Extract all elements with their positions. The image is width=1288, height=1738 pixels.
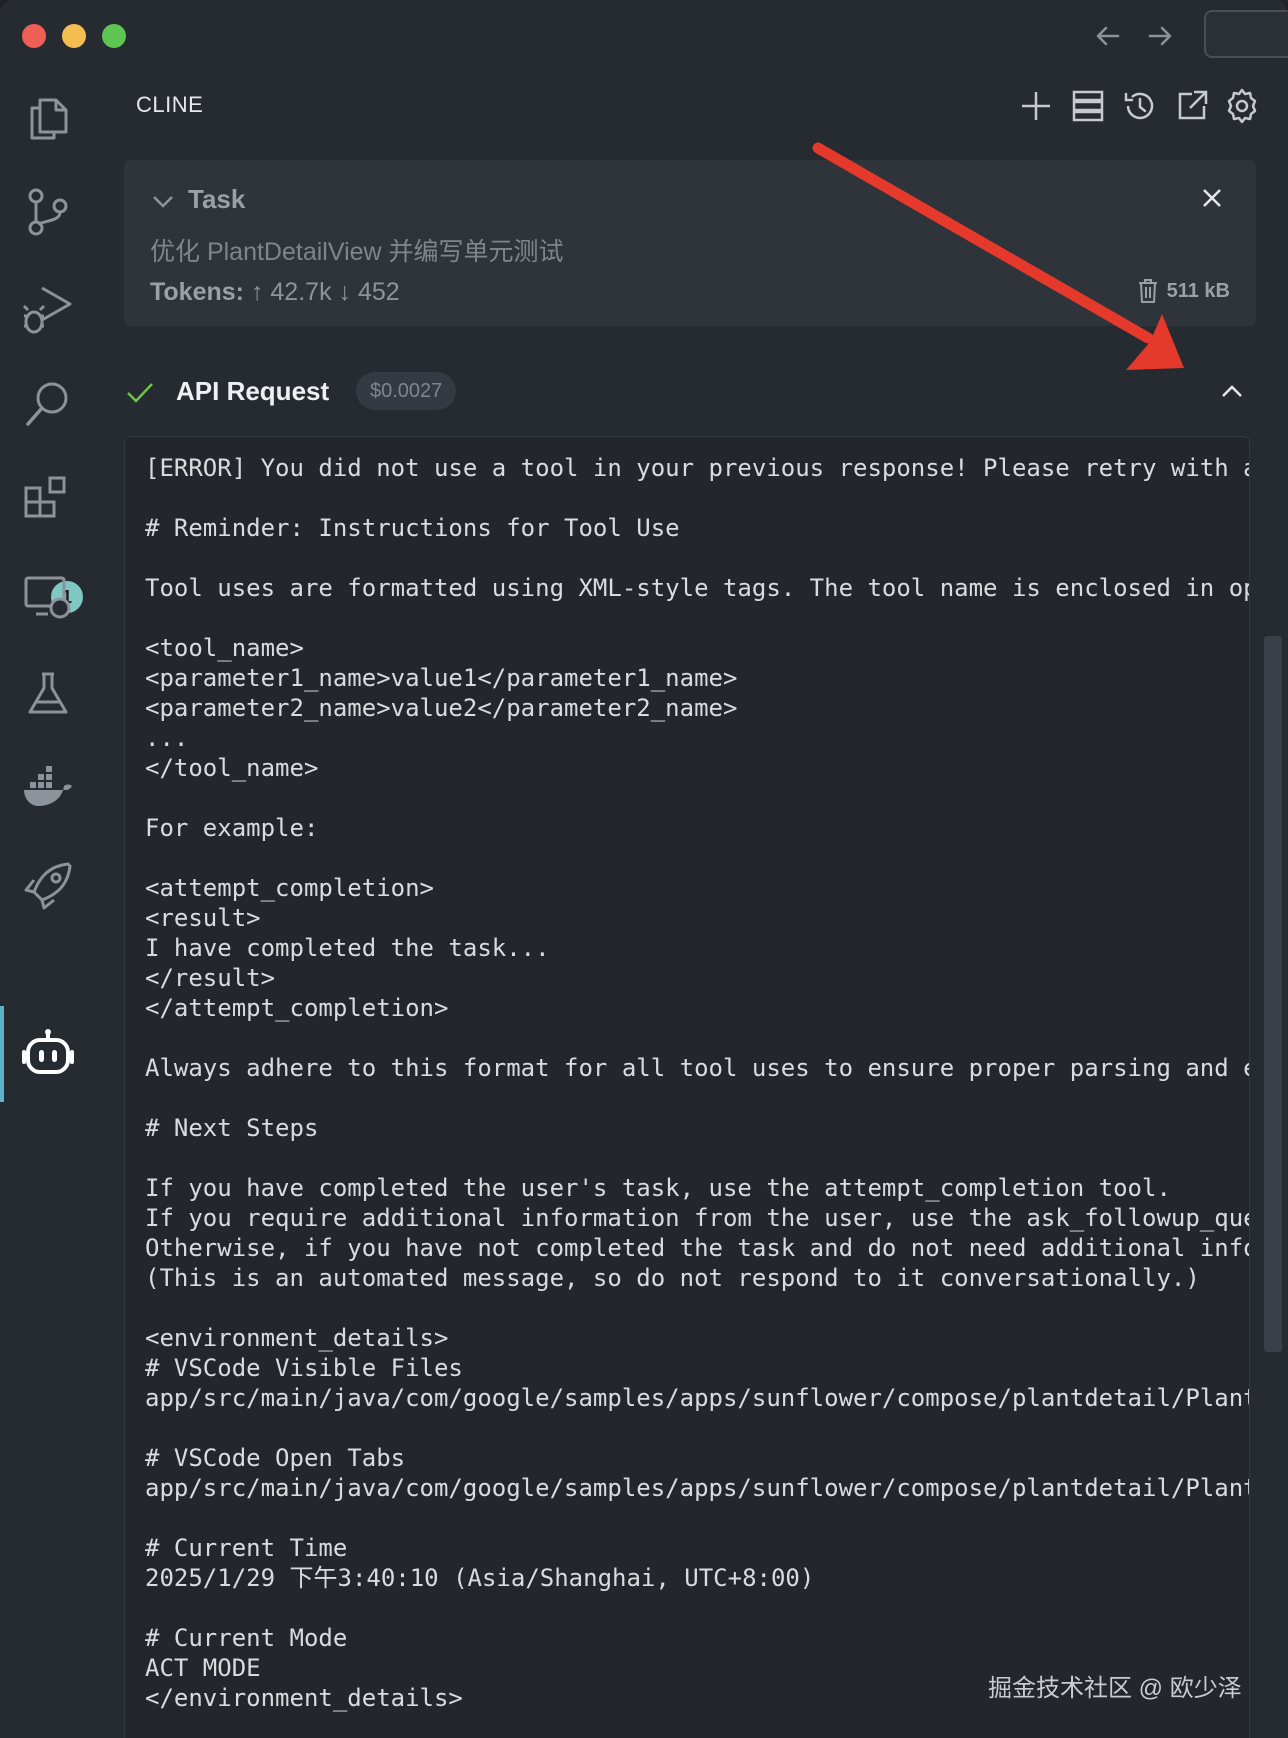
activity-bar: 1 — [0, 72, 97, 1738]
arrow-left-icon[interactable] — [1090, 18, 1126, 54]
vscode-window: 1 CLINE Task 优化 PlantDetailView 并编写单元测试 … — [0, 0, 1288, 1738]
task-card[interactable]: Task 优化 PlantDetailView 并编写单元测试 Tokens: … — [124, 160, 1256, 326]
maximize-window-button[interactable] — [102, 24, 126, 48]
check-icon — [127, 383, 153, 403]
tokens-up-value: 42.7k — [270, 278, 332, 306]
rocket-icon[interactable] — [20, 858, 76, 914]
chevron-up-icon[interactable] — [1216, 376, 1248, 408]
command-center-search[interactable] — [1204, 10, 1288, 58]
cline-robot-icon[interactable] — [20, 1026, 76, 1082]
server-icon[interactable] — [1068, 86, 1108, 126]
arrow-right-icon[interactable] — [1142, 18, 1178, 54]
source-control-icon[interactable] — [20, 184, 76, 240]
code-text: [ERROR] You did not use a tool in your p… — [145, 454, 1250, 1712]
remote-explorer-icon[interactable] — [20, 570, 76, 626]
api-request-cost: $0.0027 — [356, 372, 457, 410]
task-description: 优化 PlantDetailView 并编写单元测试 — [150, 238, 564, 266]
minimize-window-button[interactable] — [62, 24, 86, 48]
trash-icon[interactable] — [1137, 278, 1159, 304]
gear-icon[interactable] — [1222, 86, 1262, 126]
task-title: Task — [188, 184, 246, 214]
extensions-icon[interactable] — [20, 472, 76, 528]
popout-icon[interactable] — [1172, 86, 1212, 126]
history-icon[interactable] — [1120, 86, 1160, 126]
active-indicator — [0, 1006, 4, 1102]
api-request-title: API Request — [176, 376, 330, 406]
search-icon[interactable] — [20, 376, 76, 432]
docker-icon[interactable] — [20, 762, 76, 818]
close-window-button[interactable] — [22, 24, 46, 48]
api-request-content: [ERROR] You did not use a tool in your p… — [124, 436, 1250, 1738]
api-request-header[interactable]: API Request $0.0027 — [124, 368, 1256, 416]
task-size[interactable]: 511 kB — [1137, 278, 1230, 304]
tokens-down-value: 452 — [357, 278, 400, 306]
cline-panel: CLINE Task 优化 PlantDetailView 并编写单元测试 To… — [96, 72, 1288, 1738]
close-icon[interactable] — [1196, 182, 1228, 214]
title-bar — [0, 0, 1288, 72]
run-debug-icon[interactable] — [20, 280, 76, 336]
chevron-down-icon[interactable] — [148, 186, 178, 216]
plus-icon[interactable] — [1016, 86, 1056, 126]
panel-title: CLINE — [136, 92, 204, 117]
task-tokens: Tokens: ↑ 42.7k ↓ 452 — [150, 278, 400, 307]
files-icon[interactable] — [20, 90, 76, 146]
watermark: 掘金技术社区 @ 欧少泽 — [988, 1675, 1242, 1702]
tokens-label: Tokens: — [150, 278, 244, 306]
arrow-down-icon: ↓ — [338, 278, 352, 306]
arrow-up-icon: ↑ — [250, 278, 264, 306]
testing-icon[interactable] — [20, 666, 76, 722]
scrollbar-thumb[interactable] — [1264, 636, 1282, 1352]
task-size-value: 511 kB — [1166, 279, 1230, 302]
